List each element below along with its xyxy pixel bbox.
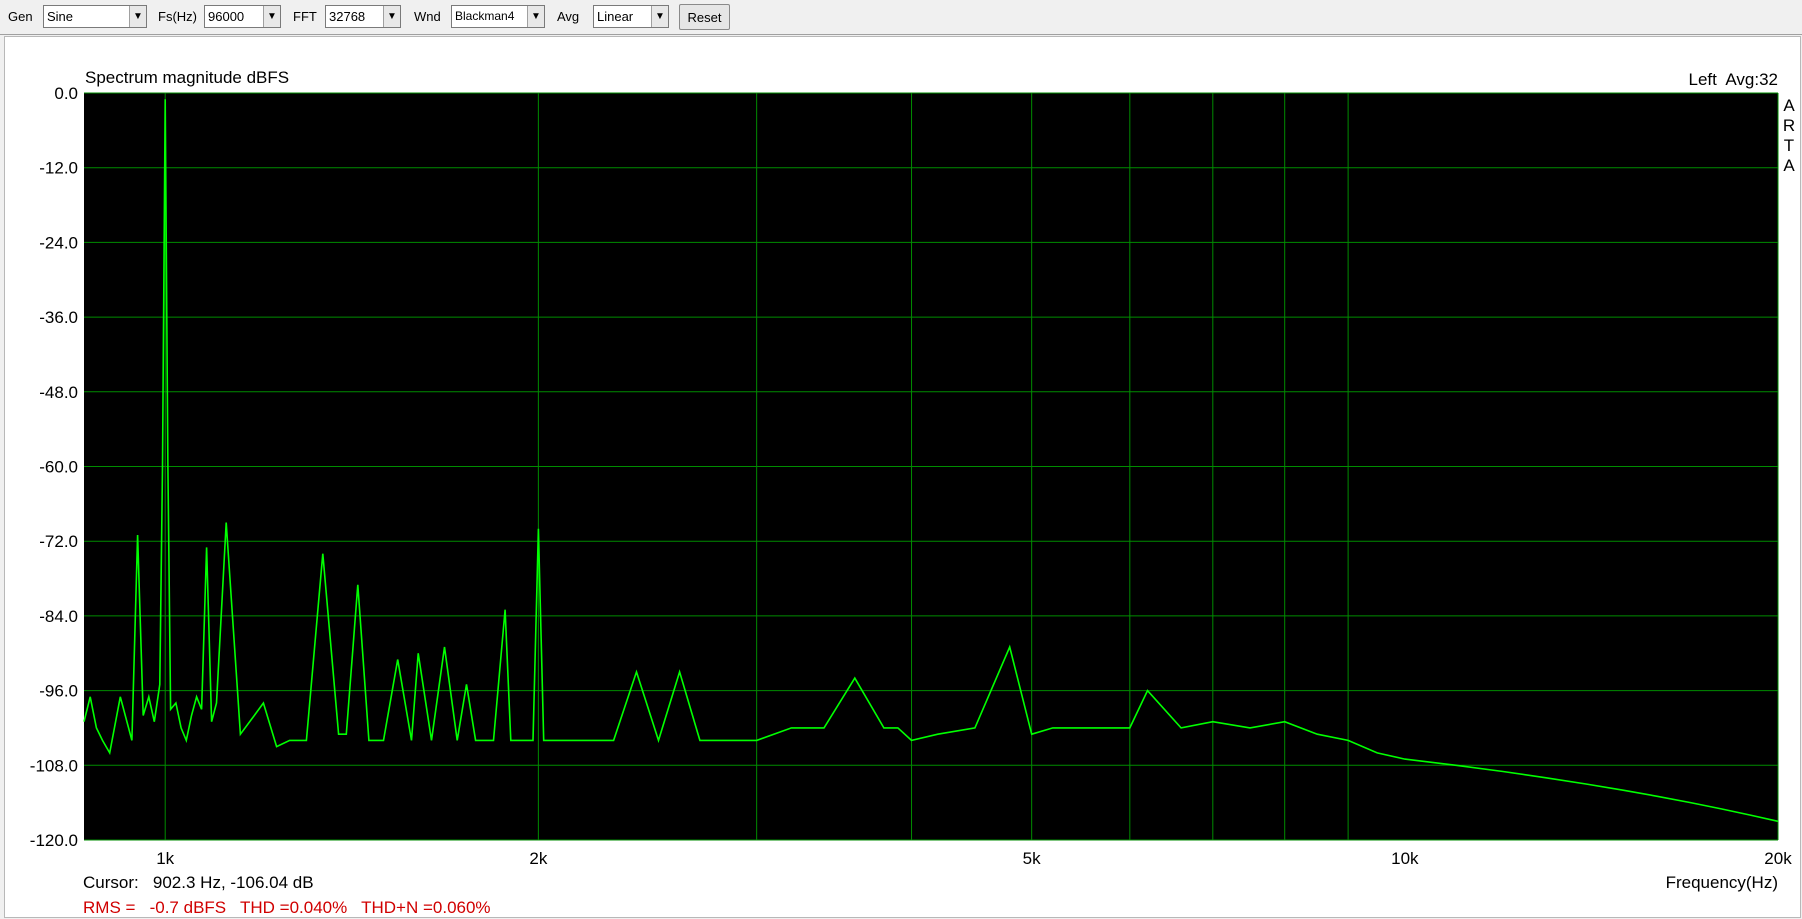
y-tick-label: -48.0 bbox=[39, 383, 78, 402]
x-tick-label: 1k bbox=[156, 849, 174, 868]
stats-readout: RMS = -0.7 dBFS THD =0.040% THD+N =0.060… bbox=[83, 898, 491, 917]
arta-letter: A bbox=[1783, 156, 1795, 175]
arta-side-label: A R T A bbox=[1782, 96, 1796, 176]
y-tick-label: -60.0 bbox=[39, 458, 78, 477]
spectrum-chart[interactable]: 0.0 -12.0 -24.0 -36.0 -48.0 -60.0 -72.0 -84.0 -9… bbox=[0, 0, 1802, 919]
arta-letter: R bbox=[1782, 116, 1796, 135]
arta-letter: A bbox=[1783, 96, 1795, 115]
y-tick-label: -120.0 bbox=[30, 831, 78, 850]
x-tick-label: 5k bbox=[1023, 849, 1041, 868]
y-tick-label: -12.0 bbox=[39, 159, 78, 178]
y-tick-label: -72.0 bbox=[39, 532, 78, 551]
y-tick-label: -24.0 bbox=[39, 233, 78, 252]
x-tick-label: 20k bbox=[1764, 849, 1792, 868]
y-tick-label: -108.0 bbox=[30, 756, 78, 775]
y-tick-label: 0.0 bbox=[54, 84, 78, 103]
x-tick-label: 10k bbox=[1391, 849, 1419, 868]
y-tick-label: -36.0 bbox=[39, 308, 78, 327]
y-tick-label: -96.0 bbox=[39, 682, 78, 701]
chart-title: Spectrum magnitude dBFS bbox=[85, 68, 290, 87]
channel-info: Left Avg:32 bbox=[1688, 70, 1778, 89]
x-axis-label: Frequency(Hz) bbox=[1665, 873, 1778, 892]
y-tick-label: -84.0 bbox=[39, 607, 78, 626]
x-tick-label: 2k bbox=[529, 849, 547, 868]
cursor-readout: Cursor: 902.3 Hz, -106.04 dB bbox=[83, 873, 314, 892]
arta-letter: T bbox=[1783, 136, 1795, 155]
